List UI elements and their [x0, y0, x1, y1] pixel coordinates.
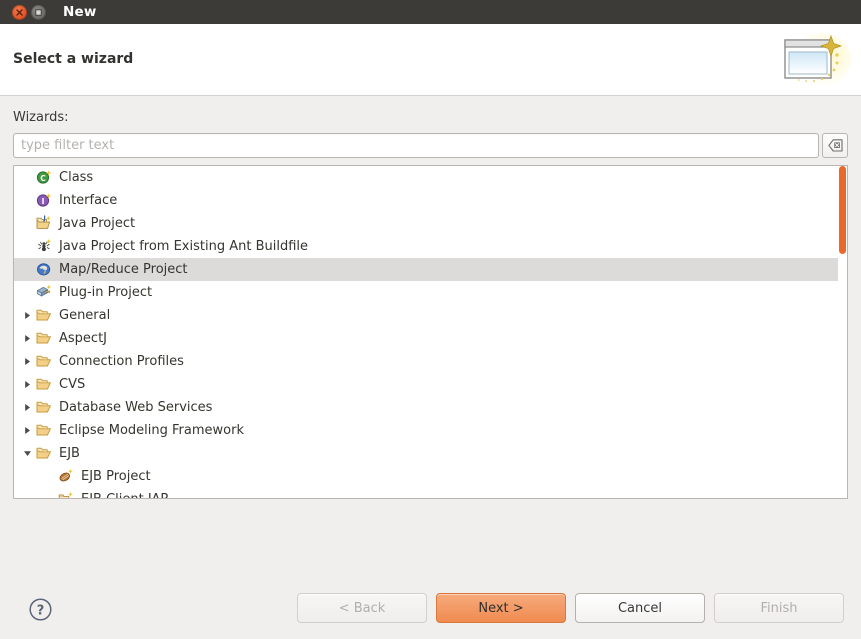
- tree-item-cvs[interactable]: CVS: [14, 373, 847, 396]
- plugin-project-icon: [36, 284, 54, 301]
- next-button[interactable]: Next >: [436, 593, 566, 623]
- chevron-down-icon[interactable]: [18, 449, 36, 458]
- page-title: Select a wizard: [13, 51, 134, 67]
- tree-item-eclipse-modeling-framework[interactable]: Eclipse Modeling Framework: [14, 419, 847, 442]
- tree-scrollbar-thumb[interactable]: [839, 166, 846, 254]
- wizard-tree-rows: C Class I Interface J Java Project Java Projec…: [14, 166, 847, 498]
- maximize-glyph: [35, 8, 42, 16]
- svg-text:C: C: [40, 174, 46, 183]
- title-bar: New: [0, 0, 861, 24]
- folder-icon: [36, 330, 54, 347]
- ejb-project-icon: [58, 468, 76, 485]
- tree-item-label: Class: [59, 170, 94, 185]
- tree-item-label: Map/Reduce Project: [59, 262, 188, 277]
- folder-icon: [36, 445, 54, 462]
- chevron-right-icon[interactable]: [18, 426, 36, 435]
- window-title: New: [63, 4, 97, 20]
- folder-icon: [36, 376, 54, 393]
- filter-row: type filter text: [13, 133, 848, 158]
- tree-item-database-web-services[interactable]: Database Web Services: [14, 396, 847, 419]
- folder-icon: [36, 399, 54, 416]
- tree-scrollbar[interactable]: [838, 166, 847, 498]
- tree-item-interface[interactable]: I Interface: [14, 189, 847, 212]
- dialog-footer: ? < Back Next > Cancel Finish: [0, 581, 861, 639]
- search-input-placeholder: type filter text: [21, 138, 115, 153]
- tree-item-label: Database Web Services: [59, 400, 213, 415]
- wizard-tree[interactable]: C Class I Interface J Java Project Java Projec…: [13, 165, 848, 499]
- wizard-sparkle-icon: [784, 33, 851, 87]
- java-class-icon: C: [36, 169, 54, 186]
- button-label: Finish: [760, 600, 798, 616]
- java-interface-icon: I: [36, 192, 54, 209]
- tree-item-label: EJB Project: [81, 469, 151, 484]
- svg-text:J: J: [42, 215, 45, 222]
- chevron-right-icon[interactable]: [18, 380, 36, 389]
- ant-buildfile-icon: [36, 238, 54, 255]
- tree-item-label: General: [59, 308, 111, 323]
- help-icon[interactable]: ?: [28, 597, 53, 622]
- dialog-body: Wizards: type filter text C Class I Interfa…: [0, 96, 861, 639]
- folder-icon: [36, 422, 54, 439]
- button-label: Next >: [478, 600, 524, 616]
- help-glyph: ?: [29, 598, 52, 621]
- tree-item-label: Java Project from Existing Ant Buildfile: [59, 239, 309, 254]
- cancel-button[interactable]: Cancel: [575, 593, 705, 623]
- chevron-right-icon[interactable]: [18, 311, 36, 320]
- clear-field-icon[interactable]: [822, 133, 848, 158]
- tree-item-java-project-from-existing-ant-buildfile[interactable]: Java Project from Existing Ant Buildfile: [14, 235, 847, 258]
- tree-item-ejb-project[interactable]: EJB Project: [14, 465, 847, 488]
- folder-icon: [36, 353, 54, 370]
- ejb-jar-icon: [58, 491, 76, 498]
- tree-item-plug-in-project[interactable]: Plug-in Project: [14, 281, 847, 304]
- chevron-right-icon[interactable]: [18, 334, 36, 343]
- tree-item-ejb[interactable]: EJB: [14, 442, 847, 465]
- back-button: < Back: [297, 593, 427, 623]
- tree-item-connection-profiles[interactable]: Connection Profiles: [14, 350, 847, 373]
- clear-field-glyph: [827, 139, 843, 152]
- tree-item-map-reduce-project[interactable]: Map/Reduce Project: [14, 258, 847, 281]
- dialog-header: Select a wizard: [0, 24, 861, 96]
- tree-item-class[interactable]: C Class: [14, 166, 847, 189]
- svg-text:?: ?: [37, 603, 45, 618]
- button-label: < Back: [338, 600, 386, 616]
- search-input[interactable]: type filter text: [13, 133, 819, 158]
- tree-item-general[interactable]: General: [14, 304, 847, 327]
- java-project-icon: J: [36, 215, 54, 232]
- wizards-label: Wizards:: [13, 110, 69, 125]
- svg-text:I: I: [42, 197, 45, 206]
- tree-item-aspectj[interactable]: AspectJ: [14, 327, 847, 350]
- folder-icon: [36, 307, 54, 324]
- tree-item-label: Eclipse Modeling Framework: [59, 423, 244, 438]
- tree-item-label: EJB: [59, 446, 80, 461]
- maximize-icon[interactable]: [31, 4, 46, 20]
- tree-item-label: Connection Profiles: [59, 354, 184, 369]
- tree-item-ejb-client-jar[interactable]: EJB Client JAR: [14, 488, 847, 498]
- tree-item-label: Plug-in Project: [59, 285, 153, 300]
- chevron-right-icon[interactable]: [18, 403, 36, 412]
- tree-item-label: CVS: [59, 377, 86, 392]
- finish-button: Finish: [714, 593, 844, 623]
- dialog-button-group: < Back Next > Cancel Finish: [297, 593, 844, 623]
- chevron-right-icon[interactable]: [18, 357, 36, 366]
- close-icon[interactable]: [12, 4, 27, 20]
- tree-item-java-project[interactable]: J Java Project: [14, 212, 847, 235]
- button-label: Cancel: [617, 600, 663, 616]
- tree-item-label: EJB Client JAR: [81, 493, 169, 498]
- tree-item-label: Interface: [59, 193, 118, 208]
- close-glyph: [16, 8, 23, 16]
- tree-item-label: Java Project: [59, 216, 136, 231]
- hadoop-elephant-icon: [36, 261, 54, 278]
- tree-item-label: AspectJ: [59, 331, 107, 346]
